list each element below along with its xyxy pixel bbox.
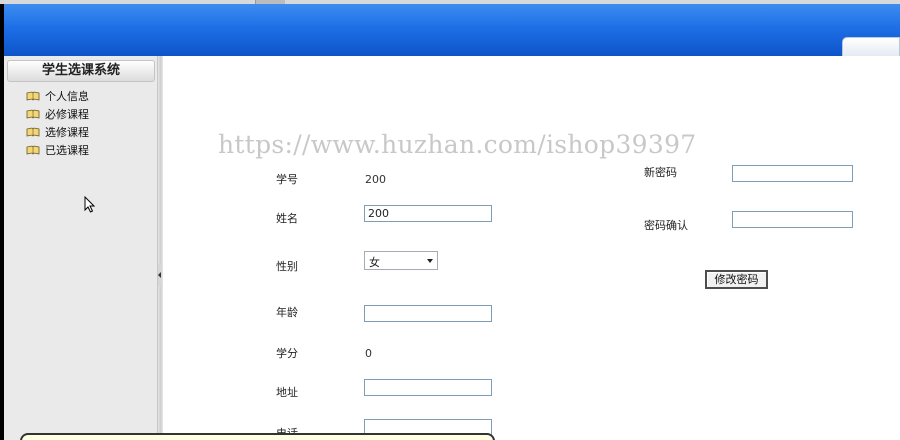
book-icon [26,145,40,155]
name-label: 姓名 [276,212,298,225]
sidebar: 学生选课系统 个人信息 必修课程 选修课程 已选课程 [4,56,157,440]
collapse-arrow-icon[interactable] [158,264,162,286]
address-label: 地址 [276,386,298,399]
student-id-value: 200 [365,173,386,186]
change-password-button[interactable]: 修改密码 [705,270,768,289]
sidebar-item-label: 个人信息 [45,90,89,103]
address-input[interactable] [364,379,492,396]
confirm-password-input[interactable] [732,211,853,228]
sidebar-item-label: 已选课程 [45,144,89,157]
book-icon [26,109,40,119]
gender-select[interactable]: 女 [364,251,438,270]
sidebar-item-elective-courses[interactable]: 选修课程 [26,123,89,141]
book-icon [26,127,40,137]
age-label: 年龄 [276,306,298,319]
confirm-password-label: 密码确认 [644,219,688,232]
sidebar-item-personal-info[interactable]: 个人信息 [26,87,89,105]
new-password-input[interactable] [732,165,853,182]
book-icon [26,91,40,101]
credits-value: 0 [365,347,372,360]
bottom-tooltip [20,433,495,440]
main-content [163,56,900,440]
name-input[interactable] [364,205,492,222]
sidebar-menu: 个人信息 必修课程 选修课程 已选课程 [26,87,89,159]
gender-selected-value: 女 [369,256,380,269]
gender-label: 性别 [276,260,298,273]
sidebar-item-required-courses[interactable]: 必修课程 [26,105,89,123]
sidebar-item-label: 必修课程 [45,108,89,121]
new-password-label: 新密码 [644,166,677,179]
watermark-url: https://www.huzhan.com/ishop39397 [218,130,697,159]
chevron-down-icon [427,259,433,263]
sidebar-item-label: 选修课程 [45,126,89,139]
sidebar-item-selected-courses[interactable]: 已选课程 [26,141,89,159]
mouse-cursor-icon [84,196,96,213]
sidebar-title: 学生选课系统 [7,60,155,82]
header-tab[interactable] [842,37,900,56]
student-id-label: 学号 [276,173,298,186]
header-banner [4,4,900,56]
credits-label: 学分 [276,347,298,360]
age-input[interactable] [364,305,492,322]
